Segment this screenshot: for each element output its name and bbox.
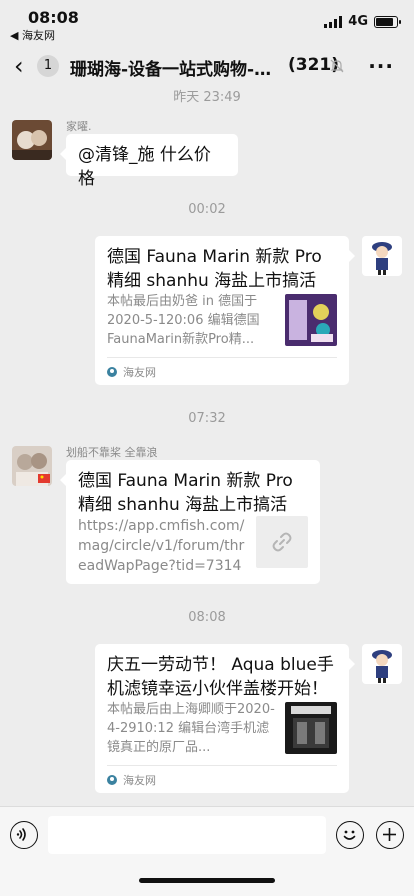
battery-icon [374,15,401,28]
back-to-app-link[interactable]: ◀ 海友网 [10,27,55,43]
battery-level [376,17,393,26]
card-thumbnail [285,294,337,346]
sender-name: 划船不靠桨 全靠浪 [66,446,158,459]
emoji-icon [343,830,356,840]
chat-title: 珊瑚海-设备一站式购物-… [70,60,272,80]
text-message[interactable]: @清锋_施 什么价格 [60,134,238,189]
card-title: 德国 Fauna Marin 新款 Pro 精细 shanhu 海盐上市搞活动！… [107,247,322,291]
chat-header: ‹ 1 珊瑚海-设备一站式购物-… (321) ··· [0,44,414,88]
more-options-button[interactable]: ··· [368,54,394,78]
card-description: 本帖最后由上海卿顺于2020-4-2910:12 编辑台湾手机滤镜真正的原厂品.… [107,702,275,755]
avatar[interactable] [362,644,402,684]
link-icon [256,516,308,568]
message-text: @清锋_施 什么价格 [78,145,211,189]
link-card[interactable]: 德国 Fauna Marin 新款 Pro 精细 shanhu 海盐上市搞活动！… [95,236,355,385]
card-description: 本帖最后由奶爸 in 德国于2020-5-120:06 编辑德国FaunaMar… [107,294,260,347]
card-footer: 海友网 [107,357,337,385]
avatar[interactable] [12,446,52,486]
more-functions-button[interactable] [376,821,404,849]
card-footer: 海友网 [107,765,337,793]
timestamp: 07:32 [188,411,226,426]
site-icon [107,366,117,377]
timestamp: 08:08 [188,610,226,625]
link-url: https://app.cmfish.com/mag/circle/v1/for… [78,518,245,574]
network-type: 4G [348,14,368,29]
status-bar: 08:08 ◀ 海友网 4G [0,0,414,44]
timestamp: 昨天 23:49 [173,90,241,105]
site-icon [107,774,117,785]
voice-input-button[interactable] [10,821,38,849]
link-card[interactable]: 庆五一劳动节！ Aqua blue手机滤镜幸运小伙伴盖楼开始！ 本帖最后由上海卿… [95,644,355,793]
avatar[interactable] [12,120,52,160]
home-indicator [139,878,275,883]
status-time: 08:08 [28,8,79,27]
card-title: 庆五一劳动节！ Aqua blue手机滤镜幸运小伙伴盖楼开始！ [107,655,334,699]
unread-badge[interactable]: 1 [37,55,59,77]
link-message[interactable]: 德国 Fauna Marin 新款 Pro 精细 shanhu 海盐上市搞活动！… [60,460,320,584]
signal-icon [324,15,343,28]
card-source: 海友网 [123,773,156,787]
voice-icon [16,828,26,841]
back-button[interactable]: ‹ [14,52,38,80]
timestamp: 00:02 [188,202,226,217]
card-thumbnail [285,702,337,754]
emoji-button[interactable] [336,821,364,849]
message-input[interactable] [48,816,326,854]
avatar[interactable] [362,236,402,276]
status-indicators: 4G [324,14,401,29]
card-source: 海友网 [123,365,156,379]
link-title: 德国 Fauna Marin 新款 Pro 精细 shanhu 海盐上市搞活动！… [78,471,293,515]
plus-icon [383,828,396,841]
sender-name: 家曜. [66,120,92,133]
mute-icon [330,59,344,73]
